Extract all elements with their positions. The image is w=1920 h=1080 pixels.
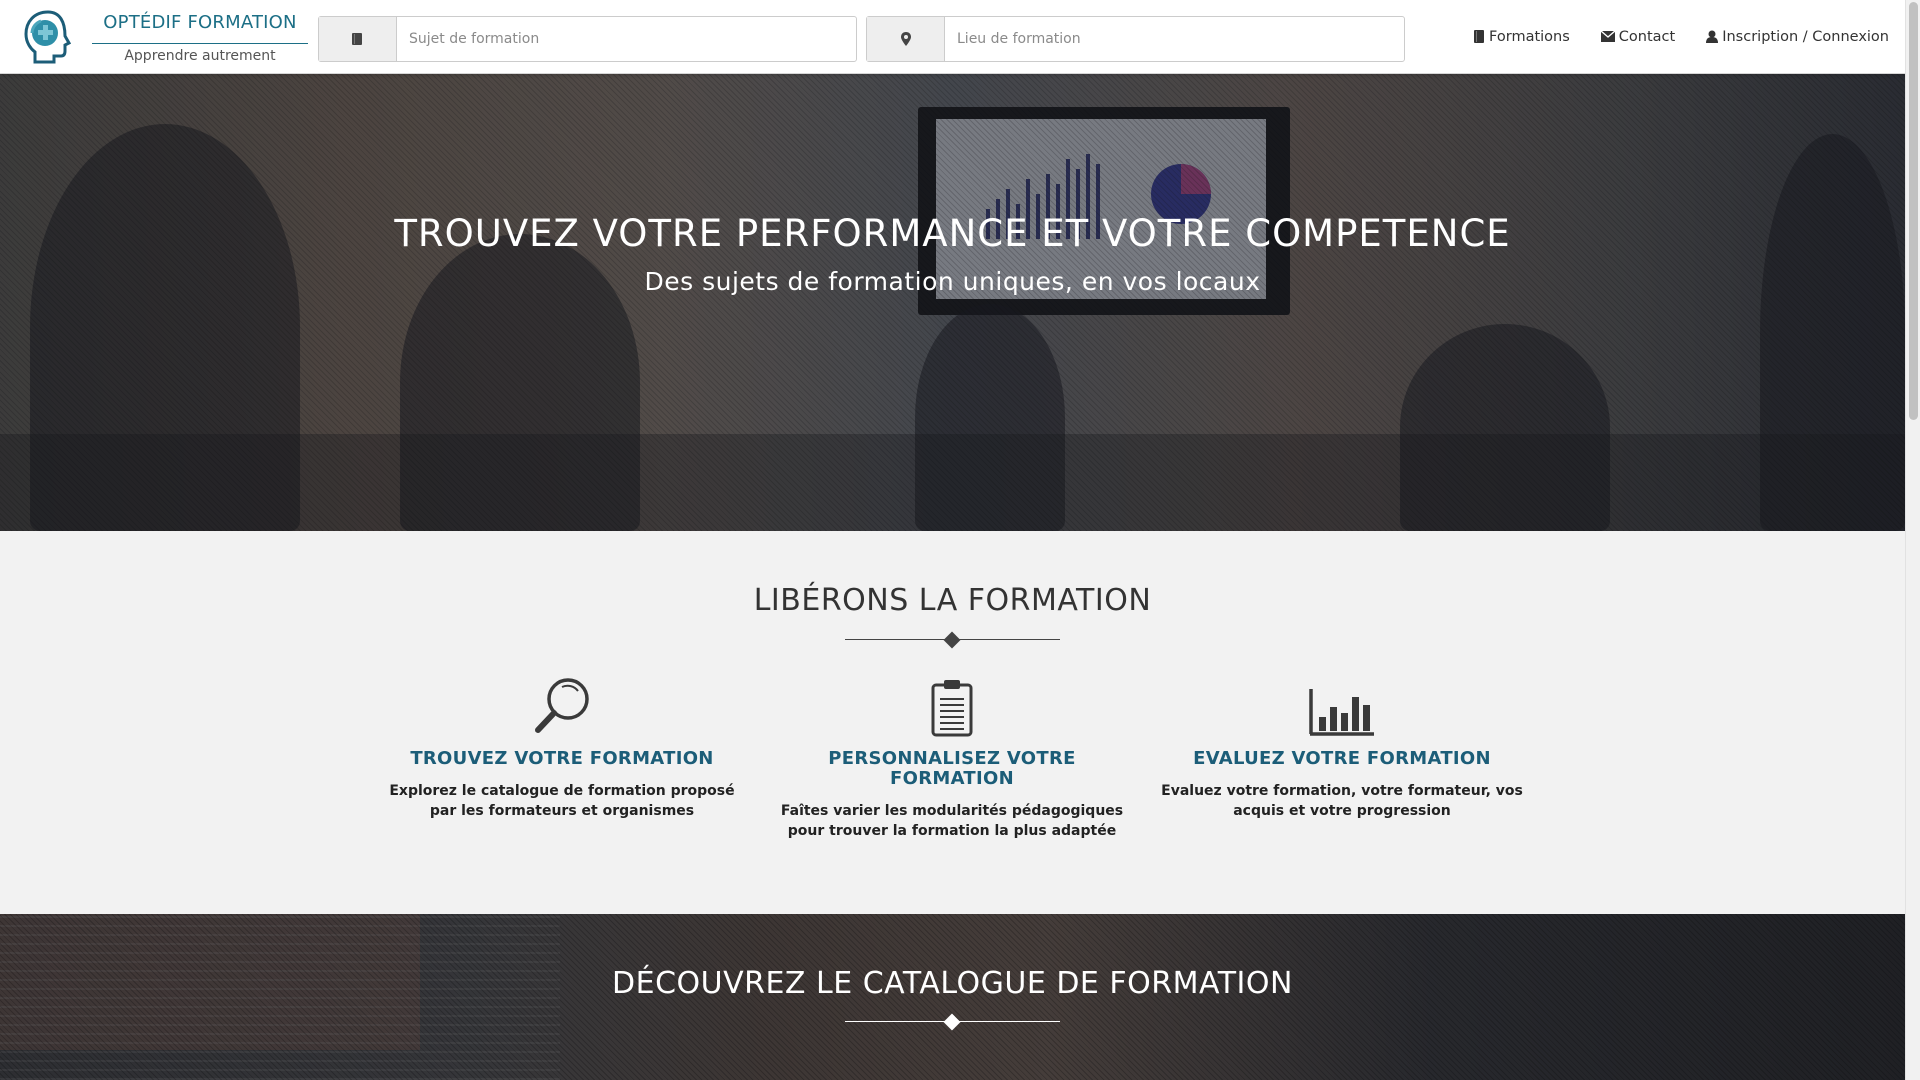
- subject-search-addon: [319, 17, 397, 61]
- scrollbar-thumb[interactable]: [1909, 2, 1918, 420]
- nav-login-label: Inscription / Connexion: [1722, 28, 1889, 45]
- logo-head-icon: [24, 10, 72, 64]
- navbar: OPTÉDIF FORMATION Apprendre autrement Su…: [0, 0, 1905, 74]
- map-marker-icon: [900, 32, 911, 46]
- hero-subtitle: Des sujets de formation uniques, en vos …: [644, 267, 1261, 296]
- location-search-addon: [867, 17, 945, 61]
- feature-evaluate: EVALUEZ VOTRE FORMATION Evaluez votre fo…: [1157, 671, 1527, 821]
- location-search-input[interactable]: [945, 17, 1404, 61]
- nav-formations-link[interactable]: Formations: [1474, 29, 1570, 45]
- features-title: LIBÉRONS LA FORMATION: [753, 583, 1152, 618]
- feature-personalize-title: PERSONNALISEZ VOTRE FORMATION: [828, 748, 1076, 789]
- hero-dark-overlay: [0, 74, 1905, 531]
- feature-evaluate-title: EVALUEZ VOTRE FORMATION: [1193, 748, 1491, 769]
- vertical-scrollbar[interactable]: [1905, 0, 1920, 1080]
- divider-diamond: [943, 631, 961, 649]
- nav-links: Formations Contact Inscription / Connexi…: [1443, 0, 1889, 73]
- brand-name: OPTÉDIF FORMATION: [103, 12, 297, 33]
- location-search-group: [866, 16, 1405, 62]
- book-icon: [352, 33, 362, 45]
- section-divider: [845, 631, 1060, 649]
- envelope-icon: [1600, 31, 1615, 42]
- brand-tagline: Apprendre autrement: [124, 48, 276, 64]
- page: OPTÉDIF FORMATION Apprendre autrement Su…: [0, 0, 1905, 1080]
- feature-find-title: TROUVEZ VOTRE FORMATION: [410, 748, 714, 769]
- clipboard-icon: [767, 671, 1137, 737]
- feature-find-text: Explorez le catalogue de formation propo…: [389, 783, 735, 819]
- bar-chart-icon: [1157, 671, 1527, 737]
- feature-find: TROUVEZ VOTRE FORMATION Explorez le cata…: [377, 671, 747, 821]
- user-icon: [1706, 30, 1719, 43]
- subject-search-group: [318, 16, 857, 62]
- section-divider: [845, 1013, 1060, 1031]
- hero-banner: TROUVEZ VOTRE PERFORMANCE ET VOTRE COMPE…: [0, 74, 1905, 531]
- nav-formations-label: Formations: [1489, 28, 1570, 45]
- brand-logo-link[interactable]: OPTÉDIF FORMATION Apprendre autrement: [18, 6, 308, 66]
- nav-login-link[interactable]: Inscription / Connexion: [1706, 29, 1889, 45]
- catalogue-title: DÉCOUVREZ LE CATALOGUE DE FORMATION: [612, 966, 1293, 1001]
- feature-personalize-text: Faîtes varier les modularités pédagogiqu…: [780, 803, 1124, 839]
- subject-search-input[interactable]: [397, 17, 856, 61]
- catalogue-section: DÉCOUVREZ LE CATALOGUE DE FORMATION: [0, 914, 1905, 1080]
- nav-contact-label: Contact: [1618, 28, 1676, 45]
- divider-diamond: [943, 1013, 961, 1031]
- feature-evaluate-text: Evaluez votre formation, votre formateur…: [1161, 783, 1523, 819]
- feature-personalize: PERSONNALISEZ VOTRE FORMATION Faîtes var…: [767, 671, 1137, 841]
- book-icon: [1474, 30, 1485, 43]
- brand-underline: [92, 43, 308, 44]
- magnifier-icon: [377, 671, 747, 737]
- hero-title: TROUVEZ VOTRE PERFORMANCE ET VOTRE COMPE…: [394, 212, 1511, 255]
- features-section: LIBÉRONS LA FORMATION TROUVEZ VOTRE FORM…: [0, 531, 1905, 914]
- nav-contact-link[interactable]: Contact: [1600, 28, 1676, 45]
